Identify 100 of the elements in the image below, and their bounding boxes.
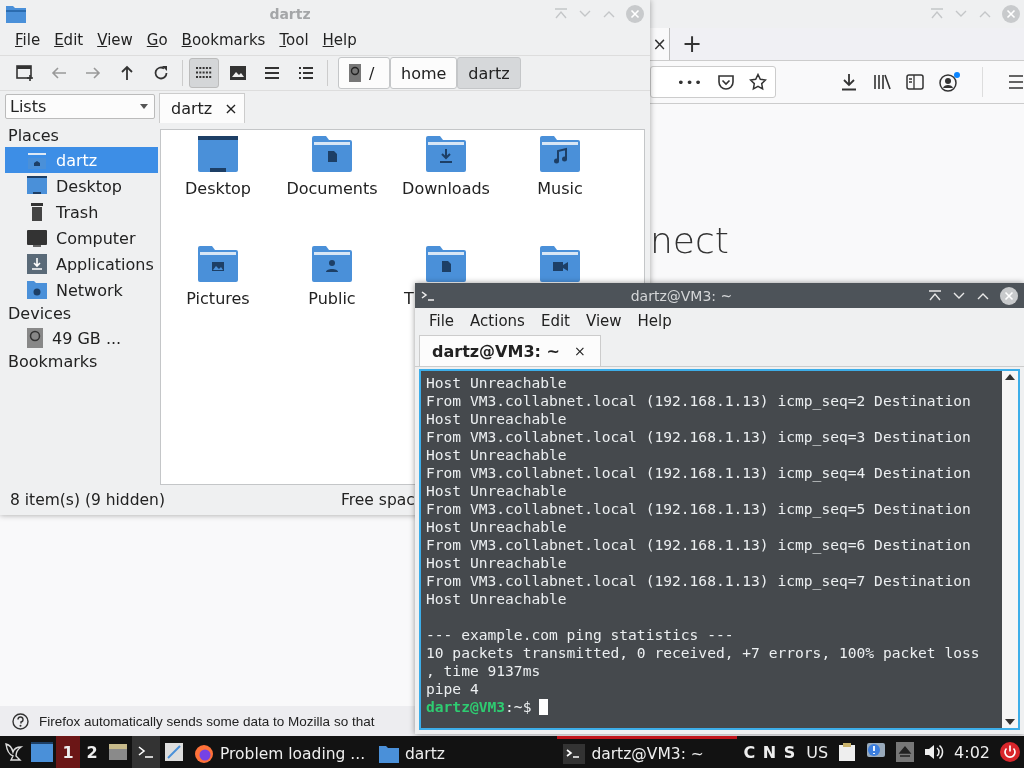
task-button[interactable]: Problem loading ... — [188, 736, 373, 768]
workspace-button[interactable]: 2 — [80, 736, 104, 768]
notification-text: Firefox automatically sends some data to Mozilla so that — [39, 713, 375, 729]
browser-tab[interactable]: × — [650, 28, 670, 60]
star-icon[interactable] — [749, 73, 767, 91]
icon-grid-view-icon — [196, 67, 212, 79]
sidebar-item[interactable]: Network — [5, 277, 158, 303]
terminal-launcher[interactable] — [132, 736, 160, 768]
add-tab-icon[interactable] — [16, 64, 34, 82]
sidebar-item[interactable]: 49 GB ... — [5, 325, 158, 351]
sidebar-item[interactable]: Trash — [5, 199, 158, 225]
pocket-icon[interactable] — [717, 73, 735, 91]
path-button[interactable]: home — [390, 57, 458, 89]
text-cursor — [539, 699, 549, 715]
sidebar-item[interactable]: Computer — [5, 225, 158, 251]
download-icon — [27, 254, 47, 274]
detailed-list-icon — [298, 66, 314, 80]
clock[interactable]: 4:02 — [954, 742, 990, 762]
menu-icon[interactable] — [1008, 75, 1024, 89]
sidebar-heading: Devices — [7, 303, 73, 325]
path-button[interactable]: dartz — [457, 57, 521, 89]
close-icon[interactable] — [1000, 286, 1018, 305]
task-button[interactable]: dartz@VM3: ~ — [557, 736, 738, 768]
menu-item[interactable]: File — [8, 31, 48, 49]
menu-item[interactable]: Go — [139, 31, 175, 49]
menu-item[interactable]: Edit — [47, 31, 91, 49]
sidebar-item[interactable]: Applications — [5, 251, 158, 277]
new-tab-button[interactable]: + — [670, 30, 715, 58]
download-icon[interactable] — [840, 73, 858, 91]
menu-item[interactable]: View — [577, 312, 630, 330]
tab-close-button[interactable]: × — [573, 343, 586, 359]
keyboard-layout[interactable]: US — [806, 742, 829, 762]
lock-keys-indicator: C N S — [743, 742, 797, 762]
video-folder-icon — [540, 246, 580, 282]
free-space-text: Free spac — [341, 491, 415, 509]
window-title: dartz@VM3: ~ — [629, 287, 734, 304]
terminal-icon[interactable] — [137, 744, 155, 760]
tab-close-button[interactable]: × — [652, 34, 667, 54]
file-cabinet-icon[interactable] — [108, 742, 128, 762]
sidebar-heading: Places — [7, 125, 60, 147]
scrollbar[interactable] — [1002, 371, 1018, 728]
terminal-prompt-icon — [421, 289, 435, 302]
volume-icon[interactable] — [924, 743, 945, 761]
task-button[interactable]: dartz — [373, 736, 538, 768]
help-icon — [12, 712, 29, 730]
folder-tab[interactable]: dartz × — [159, 93, 245, 123]
terminal-output: Host Unreachable From VM3.collabnet.local (192.168.1.13) icmp_seq=2 Destination Host Unreachable From VM3.collabnet.local (192.168.1.13) icmp_seq=3 Destination Host Unreachable From VM3.collabnet.local (192.168.1.13) icmp_seq=4 Destination Host Unreachable From VM3.collabnet.local (192.168.1.13) icmp_seq=5 Destination Host Unreachable From VM3.collabnet.local (192.168.1.13) icmp_seq=6 Destination Host Unreachable From VM3.collabnet.local (192.168.1.13) icmp_seq=7 Destination Host Unreachable --- example.com ping statistics --- 10 packets transmitted, 0 received, +7 errors, 100% packet loss , time 9137ms pipe 4 dartz@VM3:~$ — [425, 373, 981, 717]
window-title: dartz — [268, 6, 312, 22]
sidebar-icon[interactable] — [906, 74, 924, 90]
folder-item[interactable]: Pictures — [161, 246, 275, 356]
folder-item[interactable]: Documents — [275, 136, 389, 246]
up-arrow-icon[interactable] — [120, 65, 134, 81]
music-folder-icon — [540, 136, 580, 172]
monitor-icon — [27, 228, 47, 248]
sidebar-heading: Bookmarks — [7, 351, 99, 373]
thumbnail-view-icon — [229, 65, 247, 81]
folder-item[interactable]: Music — [503, 136, 617, 246]
page-actions-button[interactable]: ••• — [677, 74, 703, 90]
eject-icon[interactable] — [896, 742, 915, 762]
desktop-icon[interactable] — [31, 742, 53, 762]
power-icon[interactable] — [1000, 742, 1020, 762]
home-icon — [27, 150, 47, 170]
menu-item[interactable]: Help — [629, 312, 680, 330]
reload-icon[interactable] — [153, 65, 169, 81]
minimize-icon[interactable] — [952, 290, 966, 301]
scroll-down-icon[interactable] — [1005, 719, 1015, 725]
network-folder-icon — [27, 280, 47, 300]
firefox-icon — [194, 743, 214, 764]
side-pane-dropdown[interactable]: Lists — [5, 94, 155, 119]
menu-item[interactable]: Edit — [532, 312, 578, 330]
error-heading: nect — [650, 220, 730, 261]
view-mode-button[interactable] — [189, 58, 219, 88]
folder-item[interactable]: Downloads — [389, 136, 503, 246]
clipboard-icon[interactable] — [838, 742, 857, 762]
menu-item[interactable]: View — [90, 31, 140, 49]
folder-icon — [379, 744, 399, 763]
bird-logo-icon[interactable] — [3, 741, 25, 763]
menu-item[interactable]: Bookmarks — [174, 31, 273, 49]
document-folder-icon — [426, 246, 466, 282]
scroll-up-icon[interactable] — [1005, 374, 1015, 380]
pen-icon[interactable] — [164, 742, 184, 762]
sidebar-item[interactable]: Desktop — [5, 173, 158, 199]
path-button[interactable]: / — [338, 57, 390, 89]
address-bar[interactable]: ••• — [650, 66, 776, 98]
folder-label[interactable]: T — [404, 289, 414, 308]
tab-close-button[interactable]: × — [224, 99, 238, 118]
account-icon[interactable] — [939, 72, 961, 92]
dropdown-arrow-icon[interactable] — [140, 104, 148, 109]
item-count: 8 item(s) (9 hidden) — [10, 491, 166, 509]
drive-icon — [27, 328, 43, 348]
workspace-button[interactable]: 1 — [56, 736, 80, 768]
terminal-tab[interactable]: dartz@VM3: ~ × — [419, 335, 601, 366]
download-folder-icon — [426, 136, 466, 172]
menu-item[interactable]: Tool — [272, 31, 316, 49]
folder-item[interactable]: Desktop — [161, 136, 275, 246]
menu-item[interactable]: Actions — [462, 312, 533, 330]
folder-item[interactable]: Public — [275, 246, 389, 356]
library-icon[interactable] — [873, 74, 891, 90]
menu-item[interactable]: Help — [315, 31, 364, 49]
menu-item[interactable]: File — [421, 312, 463, 330]
